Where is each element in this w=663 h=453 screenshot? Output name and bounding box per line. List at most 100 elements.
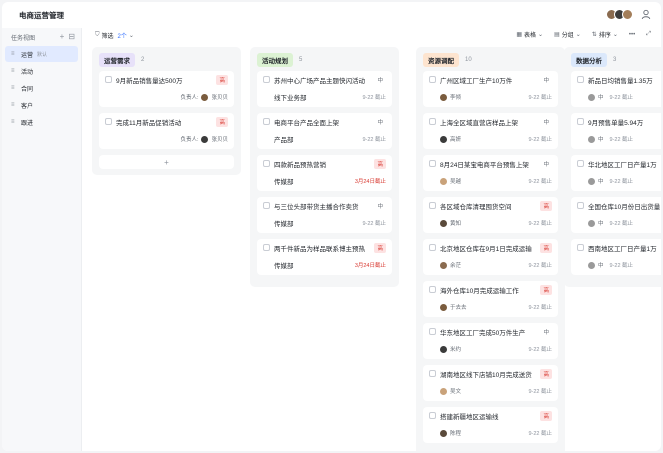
expand-icon: ⤢ [646,31,651,37]
task-department: 传媒部 [274,263,294,270]
task-card[interactable]: 搭建新疆地区运输线 高陈程 9-22 截止 [423,407,558,443]
task-checkbox[interactable] [429,286,436,293]
column-tag: 资源调配 [423,53,459,67]
task-checkbox[interactable] [429,202,436,209]
sidebar-item-huodong[interactable]: ≡ 活动 [5,63,78,79]
more-icon: ••• [628,31,636,38]
task-checkbox[interactable] [429,328,436,335]
task-card[interactable]: 广州区域工厂生产10万件 中李倾 9-22 截止 [423,71,558,107]
group-button[interactable]: ▤ 分组 ⌄ [554,30,583,39]
add-card-button[interactable]: + [99,155,234,169]
task-title: 湖南地区线下店铺10月完成送货 [440,372,532,379]
sidebar-item-kehu[interactable]: ≡ 客户 [5,97,78,113]
assignee-name: 余茫 [450,263,462,269]
avatar [588,219,595,227]
task-checkbox[interactable] [577,202,584,209]
due-date: 9-22 截止 [609,221,634,227]
task-checkbox[interactable] [429,412,436,419]
assignee-name: 吴文 [450,389,462,395]
sidebar-item-hetong[interactable]: ≡ 合同 [5,80,78,96]
avatar [588,135,595,143]
due-date: 9-22 截止 [528,263,552,269]
filter-button[interactable]: ⛉ 筛选 2个 ⌄ [95,31,136,40]
task-card[interactable]: 9月预售单量5.94万中 9-22 截止 [571,113,661,149]
task-card[interactable]: 上海全区域直营店样品上架 中高妍 9-22 截止 [423,113,558,149]
filter-count: 2个 [117,33,127,40]
task-checkbox[interactable] [577,244,584,251]
column-count: 10 [465,57,472,63]
task-card[interactable]: 各区域仓库清理囤货空间 高黄知 9-22 截止 [423,197,558,233]
more-button[interactable]: ••• [629,32,637,38]
task-checkbox[interactable] [577,76,584,83]
avatar [201,135,209,143]
task-due: 9-22 截止 [522,93,552,101]
collaborator-avatars[interactable] [606,9,633,20]
task-owner: 负责人: 张贝贝 [180,135,228,143]
user-icon[interactable] [641,9,651,20]
avatar [588,177,595,185]
task-card[interactable]: 华东地区工厂完成50万件生产 中米约 9-22 截止 [423,323,558,359]
task-checkbox[interactable] [429,118,436,125]
task-checkbox[interactable] [105,118,112,125]
task-checkbox[interactable] [263,202,270,209]
task-card[interactable]: 电商平台产品全面上架 中产品部 9-22 截止 [257,113,392,149]
sort-button[interactable]: ⇅ 排序 ⌄ [592,30,620,39]
task-card[interactable]: 四款新品预热营销 高传媒部 3月24日截止 [257,155,392,191]
task-checkbox[interactable] [429,244,436,251]
kanban-column: 数据分析 3 新品日均销售量1.35万中 9-22 截止 9月预售单量5.94万中 9-2… [564,47,661,287]
due-date: 9-22 截止 [528,137,552,143]
task-assignee: 余茫 [440,261,461,269]
task-card[interactable]: 8月24日某宝电商平台预售上架 中吴越 9-22 截止 [423,155,558,191]
task-checkbox[interactable] [263,76,270,83]
task-due: 9-22 截止 [522,261,552,269]
task-checkbox[interactable] [577,160,584,167]
task-card[interactable]: 湖南地区线下店铺10月完成送货 高吴文 9-22 截止 [423,365,558,401]
task-title: 广州区域工厂生产10万件 [440,78,513,85]
column-tag: 数据分析 [571,53,607,67]
task-checkbox[interactable] [429,76,436,83]
sidebar-item-yunying[interactable]: ≡ 运营 默认 [5,46,78,62]
task-checkbox[interactable] [429,160,436,167]
task-card[interactable]: 海外仓库10月完成运输工作 高于去去 9-22 截止 [423,281,558,317]
task-card[interactable]: 北京地区仓库在9月1日完成运输 高余茫 9-22 截止 [423,239,558,275]
owner-name: 张贝贝 [211,95,228,101]
priority-badge: 高 [374,159,386,169]
collapse-sidebar-icon[interactable]: ⊟ [68,33,75,41]
default-badge: 默认 [37,51,48,58]
task-checkbox[interactable] [263,244,270,251]
task-card[interactable]: 两千件新品为样品联系博主预热 高传媒部 3月24日截止 [257,239,392,275]
sidebar-title: 任务视图 [11,35,36,42]
task-checkbox[interactable] [263,118,270,125]
task-checkbox[interactable] [263,160,270,167]
task-card[interactable]: 9月新品销售量达500万 高负责人: 张贝贝 [99,71,234,107]
task-card[interactable]: 苏州中心广场产品主题快闪活动 中线下业务部 9-22 截止 [257,71,392,107]
due-date: 9-22 截止 [362,95,386,101]
task-assignee: 李倾 [440,93,461,101]
add-view-icon[interactable]: + [60,33,65,41]
task-checkbox[interactable] [105,76,112,83]
task-card[interactable]: 华北地区工厂日产量1万中 9-22 截止 [571,155,661,191]
owner-label: 负责人: [180,95,199,101]
sidebar-item-genjin[interactable]: ≡ 跟进 [5,114,78,130]
sidebar-item-label: 运营 [21,52,34,59]
task-checkbox[interactable] [577,118,584,125]
avatar [440,219,447,227]
avatar[interactable] [622,9,633,20]
sidebar: 任务视图 + ⊟ ≡ 运营 默认 ≡ 活动 ≡ 合同 ≡ 客户 ≡ 跟进 [2,28,82,451]
task-title: 全国仓库10月份日出货量 [588,204,661,211]
sort-label: 排序 [598,33,611,39]
task-card[interactable]: 新品日均销售量1.35万中 9-22 截止 [571,71,661,107]
toolbar: ⛉ 筛选 2个 ⌄ ▦ 表格 ⌄ ▤ 分组 ⌄ ⇅ 排序 ⌄ ••• ⤢ [83,28,661,42]
task-card[interactable]: 与三位头部带货主播合作卖货 中传媒部 9-22 截止 [257,197,392,233]
task-card[interactable]: 全国仓库10月份日出货量中 9-22 截止 [571,197,661,233]
kanban-board: 运营需求 2 9月新品销售量达500万高负责人: 张贝贝 完成11月新品促销活动高负责人… [92,47,661,451]
task-card[interactable]: 完成11月新品促销活动 高负责人: 张贝贝 [99,113,234,149]
priority-badge: 高 [540,243,552,253]
task-card[interactable]: 西南地区工厂日产量1万中 9-22 截止 [571,239,661,275]
task-checkbox[interactable] [429,370,436,377]
top-bar: 电商运营管理 [2,2,661,28]
view-switch-button[interactable]: ▦ 表格 ⌄ [516,30,545,39]
owner-label: 负责人: [180,137,199,143]
column-header: 运营需求 2 [99,53,234,67]
fullscreen-button[interactable]: ⤢ [646,31,653,38]
